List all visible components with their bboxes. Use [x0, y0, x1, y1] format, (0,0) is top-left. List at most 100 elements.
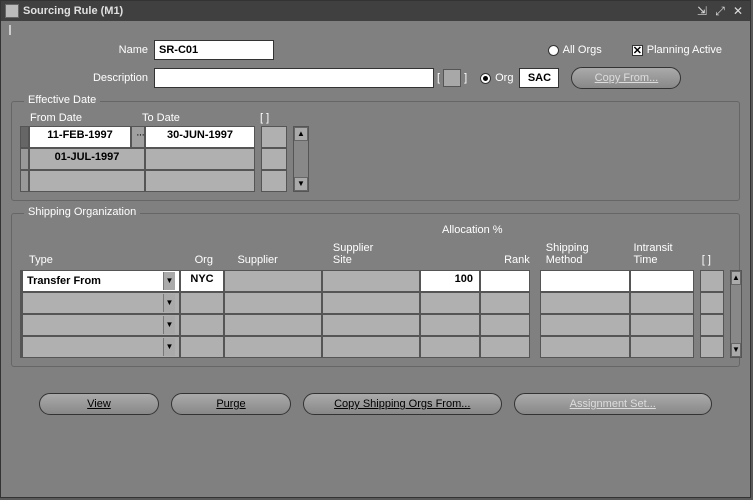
row-selector[interactable] [20, 148, 29, 170]
rank-cell[interactable] [480, 336, 530, 358]
rank-cell[interactable] [480, 314, 530, 336]
effective-date-fieldset: Effective Date From Date To Date [ ] 11-… [11, 101, 740, 201]
chevron-down-icon[interactable]: ▼ [163, 272, 175, 290]
col-site: SupplierSite [333, 242, 428, 268]
col-bracket: [ ] [702, 254, 731, 268]
org-input[interactable] [519, 68, 559, 88]
description-input[interactable] [154, 68, 434, 88]
org-cell[interactable] [180, 314, 224, 336]
row-selector[interactable] [20, 126, 29, 148]
ship-flex-cell[interactable] [700, 336, 724, 358]
planning-active-checkbox[interactable] [632, 45, 643, 56]
to-date-cell[interactable] [145, 170, 255, 192]
all-orgs-label: All Orgs [563, 44, 602, 56]
from-date-header: From Date [30, 112, 142, 124]
supplier-cell[interactable] [224, 270, 322, 292]
col-type: Type [29, 254, 195, 268]
app-icon [5, 4, 19, 18]
eff-bracket-header: [ ] [260, 112, 290, 124]
col-rank: Rank [487, 254, 536, 268]
eff-flex-cell[interactable] [261, 148, 287, 170]
from-date-cell[interactable]: 11-FEB-1997 [29, 126, 131, 148]
close-icon[interactable]: ✕ [730, 4, 746, 18]
rank-cell[interactable] [480, 292, 530, 314]
maximize-icon[interactable]: ⤢ [712, 4, 728, 18]
shipping-org-legend: Shipping Organization [24, 206, 140, 218]
scroll-up-icon[interactable]: ▲ [731, 271, 741, 285]
org-cell[interactable] [180, 292, 224, 314]
org-label: Org [495, 72, 513, 84]
purge-button[interactable]: Purge [171, 393, 291, 415]
effective-date-legend: Effective Date [24, 94, 100, 106]
rank-cell[interactable] [480, 270, 530, 292]
intransit-cell[interactable] [630, 314, 694, 336]
method-cell[interactable] [540, 270, 630, 292]
chevron-down-icon[interactable]: ▼ [163, 316, 175, 334]
scroll-track[interactable] [731, 285, 741, 343]
shipping-org-fieldset: Shipping Organization Allocation % Type … [11, 213, 740, 367]
to-date-header: To Date [142, 112, 254, 124]
date-picker-icon[interactable]: ··· [131, 126, 145, 148]
from-date-cell[interactable]: 01-JUL-1997 [29, 148, 145, 170]
bracket-close: ] [464, 72, 467, 84]
eff-scrollbar[interactable]: ▲ ▼ [293, 126, 309, 192]
org-cell[interactable] [180, 336, 224, 358]
scroll-down-icon[interactable]: ▼ [294, 177, 308, 191]
col-method: ShippingMethod [546, 242, 634, 268]
to-date-cell[interactable]: 30-JUN-1997 [145, 126, 255, 148]
col-supplier: Supplier [237, 254, 332, 268]
all-orgs-radio[interactable] [548, 45, 559, 56]
ship-flex-cell[interactable] [700, 314, 724, 336]
copy-shipping-orgs-button[interactable]: Copy Shipping Orgs From... [303, 393, 502, 415]
assignment-set-button[interactable]: Assignment Set... [514, 393, 713, 415]
ship-flex-cell[interactable] [700, 270, 724, 292]
description-label: Description [9, 72, 154, 84]
method-cell[interactable] [540, 314, 630, 336]
type-cell[interactable]: ▼ [22, 314, 180, 336]
desc-flex-box[interactable] [443, 69, 461, 87]
supplier-cell[interactable] [224, 292, 322, 314]
scroll-track[interactable] [294, 141, 308, 177]
type-cell[interactable]: Transfer From▼ [22, 270, 180, 292]
scroll-down-icon[interactable]: ▼ [731, 343, 741, 357]
type-cell[interactable]: ▼ [22, 336, 180, 358]
org-radio[interactable] [480, 73, 491, 84]
name-input[interactable] [154, 40, 274, 60]
row-selector[interactable] [20, 170, 29, 192]
chevron-down-icon[interactable]: ▼ [163, 294, 175, 312]
method-cell[interactable] [540, 292, 630, 314]
ship-flex-cell[interactable] [700, 292, 724, 314]
eff-flex-cell[interactable] [261, 126, 287, 148]
minimize-icon[interactable]: ⇲ [694, 4, 710, 18]
supplier-cell[interactable] [224, 314, 322, 336]
from-date-cell[interactable] [29, 170, 145, 192]
planning-active-label: Planning Active [647, 44, 722, 56]
alloc-cell[interactable] [420, 292, 480, 314]
alloc-cell[interactable]: 100 [420, 270, 480, 292]
site-cell[interactable] [322, 292, 420, 314]
eff-flex-cell[interactable] [261, 170, 287, 192]
ship-scrollbar[interactable]: ▲ ▼ [730, 270, 742, 358]
col-alloc [428, 266, 487, 268]
site-cell[interactable] [322, 270, 420, 292]
intransit-cell[interactable] [630, 336, 694, 358]
site-cell[interactable] [322, 314, 420, 336]
alloc-cell[interactable] [420, 336, 480, 358]
org-cell[interactable]: NYC [180, 270, 224, 292]
name-label: Name [9, 44, 154, 56]
eff-row-selectors [20, 126, 29, 192]
to-date-cell[interactable] [145, 148, 255, 170]
view-button[interactable]: View [39, 393, 159, 415]
supplier-cell[interactable] [224, 336, 322, 358]
copy-from-button[interactable]: Copy From... [571, 67, 681, 89]
alloc-cell[interactable] [420, 314, 480, 336]
method-cell[interactable] [540, 336, 630, 358]
chevron-down-icon[interactable]: ▼ [163, 338, 175, 356]
scroll-up-icon[interactable]: ▲ [294, 127, 308, 141]
type-cell[interactable]: ▼ [22, 292, 180, 314]
intransit-cell[interactable] [630, 270, 694, 292]
sourcing-rule-window: Sourcing Rule (M1) ⇲ ⤢ ✕ Name All Orgs P… [0, 0, 751, 498]
intransit-cell[interactable] [630, 292, 694, 314]
col-org: Org [195, 254, 238, 268]
site-cell[interactable] [322, 336, 420, 358]
